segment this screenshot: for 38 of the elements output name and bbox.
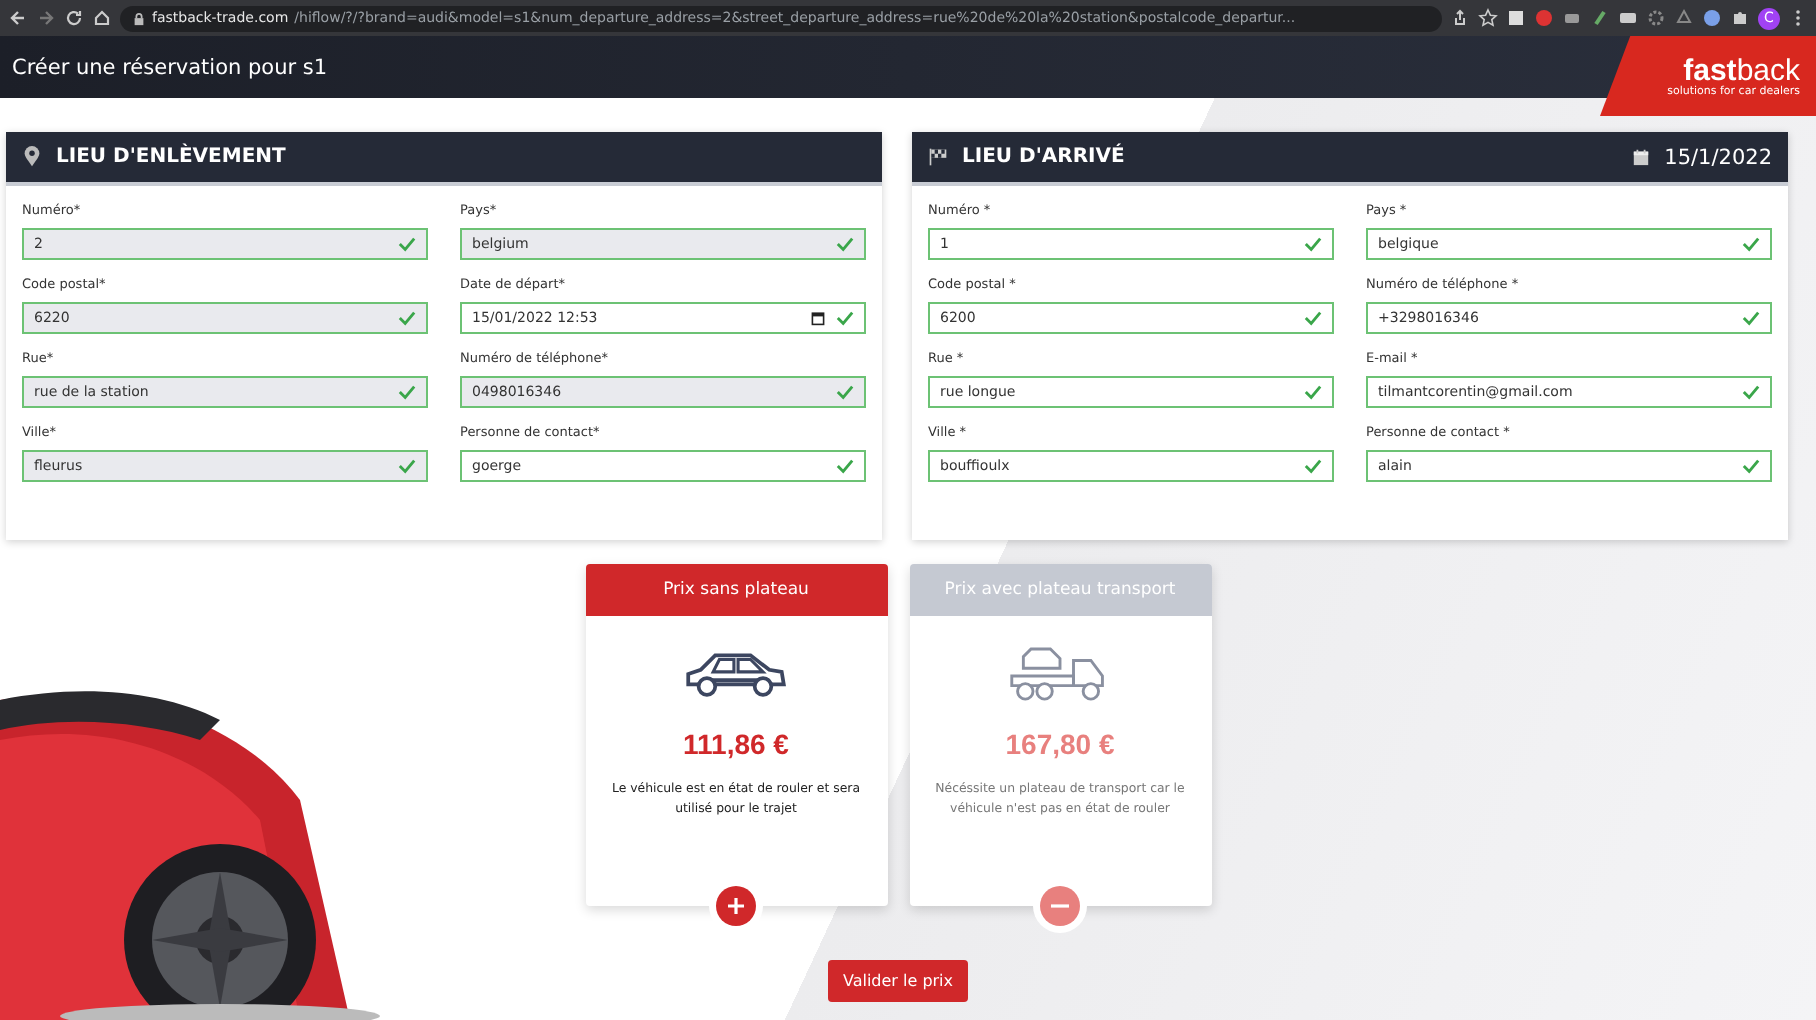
checkmark-icon — [836, 384, 854, 400]
checkmark-icon — [1304, 310, 1322, 326]
option-title: Prix avec plateau transport — [909, 564, 1211, 616]
checkmark-icon — [1304, 458, 1322, 474]
share-icon[interactable] — [1450, 8, 1470, 28]
checkmark-icon — [1742, 236, 1760, 252]
checkmark-icon — [836, 236, 854, 252]
checkmark-icon — [398, 236, 416, 252]
checkered-flag-icon — [928, 146, 948, 168]
checkmark-icon — [1742, 458, 1760, 474]
checkmark-icon — [1304, 384, 1322, 400]
date-text: 15/1/2022 — [1664, 145, 1772, 169]
extension-icon[interactable] — [1702, 8, 1722, 28]
option-title: Prix sans plateau — [585, 564, 887, 616]
checkmark-icon — [1742, 310, 1760, 326]
home-icon[interactable] — [92, 8, 112, 28]
card-title: LIEU D'ENLÈVEMENT — [56, 146, 286, 168]
price-text: 111,86 € — [683, 728, 789, 760]
checkmark-icon — [398, 310, 416, 326]
calendar-icon — [1632, 148, 1651, 166]
reload-icon[interactable] — [64, 8, 84, 28]
checkmark-icon — [398, 384, 416, 400]
location-pin-icon — [22, 146, 42, 168]
checkmark-icon — [1304, 236, 1322, 252]
price-text: 167,80 € — [1005, 728, 1115, 760]
puzzle-icon[interactable] — [1730, 8, 1750, 28]
checkmark-icon — [836, 458, 854, 474]
calendar-icon[interactable] — [810, 310, 826, 326]
page-title: Créer une réservation pour s1 — [12, 55, 328, 79]
checkmark-icon — [398, 458, 416, 474]
star-icon[interactable] — [1478, 8, 1498, 28]
card-title: LIEU D'ARRIVÉ — [962, 146, 1125, 168]
checkmark-icon — [1742, 384, 1760, 400]
back-icon[interactable] — [8, 8, 28, 28]
checkmark-icon — [836, 310, 854, 326]
logo-text: fastback — [1683, 55, 1800, 85]
validate-price-button[interactable]: Valider le prix — [828, 960, 968, 1002]
forward-icon[interactable] — [36, 8, 56, 28]
